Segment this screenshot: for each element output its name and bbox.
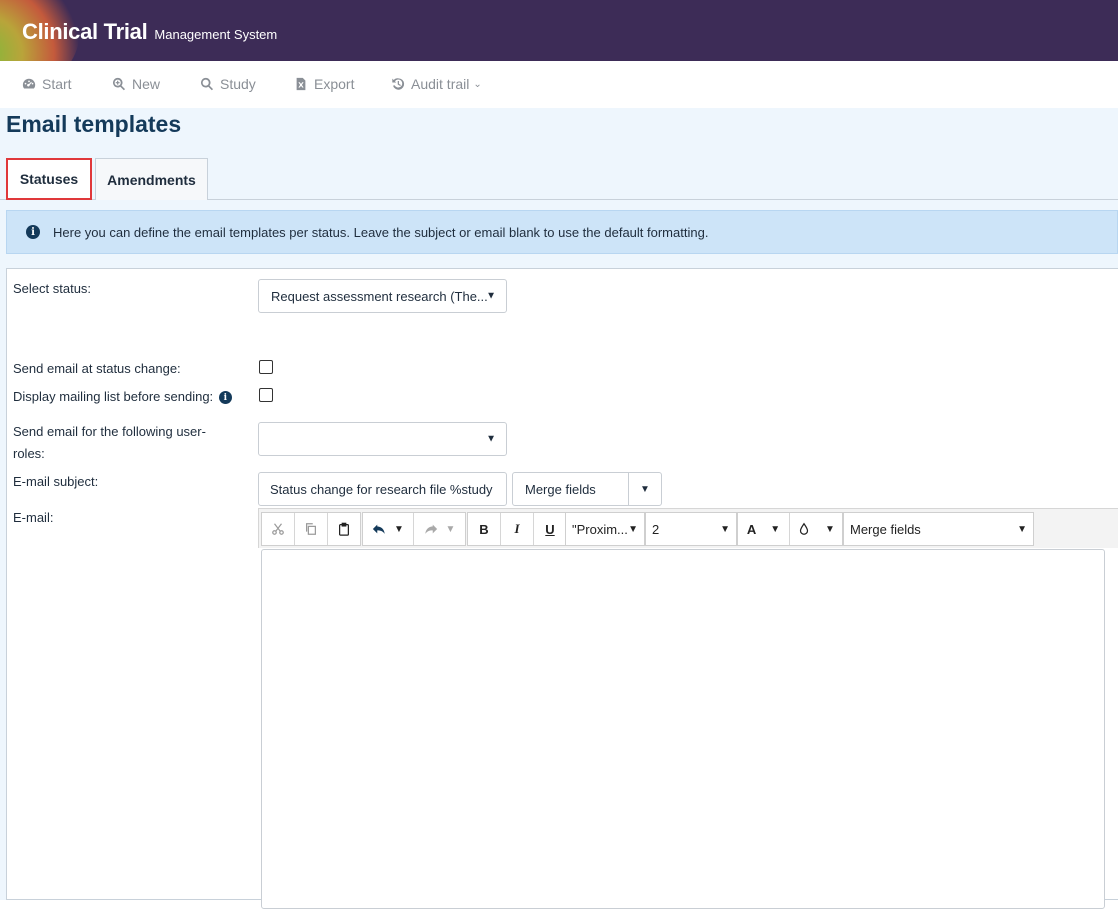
send-email-checkbox[interactable]: [259, 360, 273, 374]
subject-label: E-mail subject:: [13, 474, 99, 489]
clipboard-group: [261, 512, 361, 546]
subject-input[interactable]: [258, 472, 507, 506]
clipboard-icon: [339, 522, 349, 536]
brand-title: Clinical Trial: [22, 19, 148, 44]
user-roles-label: Send email for the following user-roles:: [13, 424, 206, 461]
brand-subtitle: Management System: [154, 27, 278, 42]
scissors-icon: [272, 523, 284, 535]
history-group: ▼ ▼: [362, 512, 466, 546]
caret-down-icon: ▼: [825, 523, 835, 535]
copy-icon: [306, 523, 316, 535]
background-color-button[interactable]: ▼: [790, 513, 842, 545]
tab-bar: Statuses Amendments: [0, 158, 1118, 200]
caret-down-icon: ▼: [640, 483, 650, 495]
nav-label: Study: [220, 76, 256, 92]
send-email-label: Send email at status change:: [13, 361, 181, 376]
brand[interactable]: Clinical Trial Management System: [22, 19, 277, 45]
search-icon: [201, 77, 214, 91]
font-color-button[interactable]: A ▼: [738, 513, 791, 545]
font-size-select[interactable]: 2 ▼: [646, 513, 736, 545]
page-content: Email templates Statuses Amendments i He…: [0, 108, 1118, 909]
nav-label: Start: [42, 76, 72, 92]
cut-button[interactable]: [262, 513, 295, 545]
caret-down-icon: ▼: [486, 290, 496, 302]
nav-label: Audit trail: [411, 76, 470, 92]
email-template-form: Select status: Request assessment resear…: [6, 268, 1118, 909]
caret-down-icon: ▼: [770, 523, 781, 535]
status-select[interactable]: Request assessment research (The... ▼: [258, 279, 507, 313]
zoom-plus-icon: [113, 77, 126, 91]
editor-merge-fields-label: Merge fields: [850, 521, 921, 537]
caret-down-icon: ▼: [1017, 523, 1027, 535]
drop-icon: [799, 522, 809, 535]
format-group: B I U: [467, 512, 567, 546]
select-status-label: Select status:: [13, 281, 92, 296]
caret-down-icon: ▼: [486, 433, 496, 445]
display-mailing-label: Display mailing list before sending: i: [13, 386, 232, 408]
color-group: A ▼ ▼: [737, 512, 843, 546]
caret-down-icon: ▼: [394, 523, 404, 535]
undo-button[interactable]: ▼: [363, 513, 415, 545]
caret-down-icon: ▼: [628, 523, 638, 535]
redo-icon: [424, 524, 437, 534]
italic-button[interactable]: I: [501, 513, 534, 545]
info-text: Here you can define the email templates …: [53, 224, 709, 240]
font-family-dropdown[interactable]: "Proxim... ▼: [565, 512, 645, 546]
editor-merge-fields-dropdown[interactable]: Merge fields ▼: [843, 512, 1034, 546]
nav-label: New: [132, 76, 161, 92]
font-size-value: 2: [652, 521, 660, 537]
font-color-icon: A: [746, 521, 757, 537]
email-body-editor[interactable]: [261, 549, 1105, 909]
editor-merge-fields-select[interactable]: Merge fields ▼: [844, 513, 1033, 545]
page-title: Email templates: [6, 111, 182, 137]
history-icon: [392, 78, 405, 90]
tab-statuses[interactable]: Statuses: [6, 158, 92, 200]
tab-amendments[interactable]: Amendments: [95, 158, 208, 200]
display-mailing-checkbox[interactable]: [259, 388, 273, 402]
nav-item-start[interactable]: Start: [22, 76, 72, 92]
email-label: E-mail:: [13, 510, 54, 525]
copy-button[interactable]: [295, 513, 328, 545]
caret-down-icon: ▼: [720, 523, 730, 535]
redo-button[interactable]: ▼: [414, 513, 465, 545]
user-roles-select[interactable]: ▼: [258, 422, 507, 456]
nav-item-new[interactable]: New: [112, 76, 160, 92]
info-icon[interactable]: i: [218, 391, 232, 405]
undo-icon: [372, 524, 385, 534]
editor-toolbar: ▼ ▼ B I U "Proxim... ▼ 2 ▼ A ▼ ▼ Merge f…: [258, 508, 1118, 548]
caret-down-icon: ▼: [445, 523, 456, 535]
nav-item-export[interactable]: Export: [294, 76, 354, 92]
nav-label: Export: [314, 76, 355, 92]
merge-fields-label: Merge fields: [513, 473, 629, 505]
app-header: Clinical Trial Management System: [0, 0, 1118, 61]
display-mailing-text: Display mailing list before sending:: [13, 389, 214, 404]
main-nav: Start New Study Export Audit trail ⌄: [0, 61, 1118, 108]
font-size-dropdown[interactable]: 2 ▼: [645, 512, 737, 546]
dashboard-icon: [22, 78, 36, 89]
subject-merge-fields-dropdown[interactable]: Merge fields ▼: [512, 472, 662, 506]
nav-item-study[interactable]: Study: [200, 76, 256, 92]
status-select-value: Request assessment research (The...: [271, 288, 488, 304]
underline-button[interactable]: U: [534, 513, 566, 545]
paste-button[interactable]: [328, 513, 360, 545]
info-icon: i: [26, 225, 40, 239]
excel-file-icon: [296, 77, 306, 91]
nav-item-audit-trail[interactable]: Audit trail ⌄: [391, 76, 482, 92]
font-family-select[interactable]: "Proxim... ▼: [566, 513, 644, 545]
info-alert: i Here you can define the email template…: [6, 210, 1118, 254]
bold-button[interactable]: B: [468, 513, 501, 545]
font-family-value: "Proxim...: [572, 521, 628, 537]
chevron-down-icon: ⌄: [473, 78, 482, 90]
